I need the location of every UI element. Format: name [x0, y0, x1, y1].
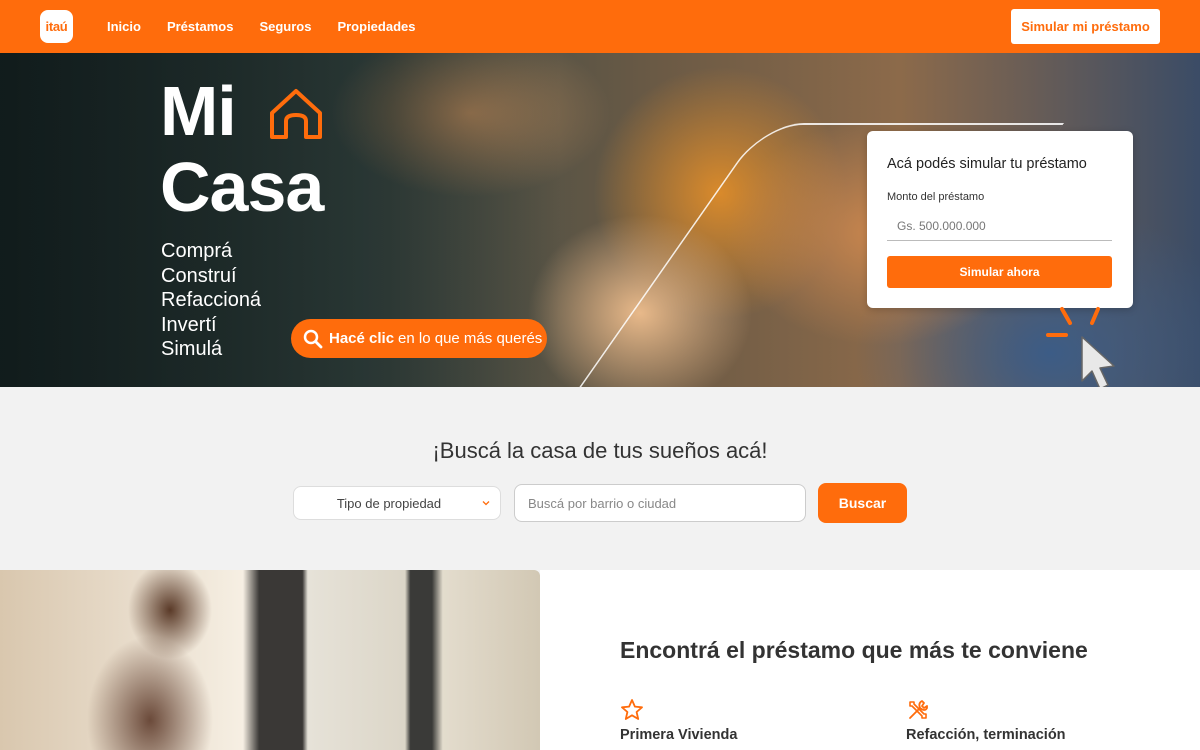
- loan-simulator-card: Acá podés simular tu préstamo Monto del …: [867, 131, 1133, 308]
- tools-icon: [909, 700, 928, 719]
- feature-label: Refacción, terminación: [906, 727, 1066, 743]
- property-type-select[interactable]: Tipo de propiedad: [293, 486, 501, 520]
- hero-action-invertir: Invertí: [161, 313, 217, 336]
- search-title: ¡Buscá la casa de tus sueños acá!: [432, 438, 768, 463]
- simulate-loan-button[interactable]: Simular mi préstamo: [1011, 9, 1160, 44]
- property-type-value: Tipo de propiedad: [336, 495, 442, 511]
- nav-link-prestamos[interactable]: Préstamos: [167, 19, 233, 34]
- house-icon: [270, 89, 322, 139]
- cursor-click-icon: [1046, 307, 1115, 387]
- loan-options-title: Encontrá el préstamo que más te conviene: [620, 637, 1088, 663]
- hero-action-comprar: Comprá: [161, 240, 233, 262]
- main-nav: Inicio Préstamos Seguros Propiedades: [107, 0, 415, 53]
- pill-text: en lo que más querés: [398, 330, 543, 347]
- logo-text: itaú: [45, 19, 68, 34]
- chevron-down-icon: [482, 501, 490, 506]
- search-icon: [303, 329, 323, 349]
- nav-link-seguros[interactable]: Seguros: [259, 19, 311, 34]
- itau-logo[interactable]: itaú: [40, 10, 73, 43]
- family-moving-photo: [0, 570, 540, 750]
- hero-title-line2: Casa: [160, 148, 324, 226]
- hero-click-pill[interactable]: Hacé clic en lo que más querés: [291, 319, 547, 358]
- property-search-section: ¡Buscá la casa de tus sueños acá! Tipo d…: [0, 387, 1200, 570]
- amount-label: Monto del préstamo: [887, 191, 985, 203]
- loan-amount-input[interactable]: [887, 211, 1112, 241]
- hero-action-refaccionar: Refaccioná: [161, 289, 262, 311]
- simulate-now-button[interactable]: Simular ahora: [887, 256, 1112, 288]
- top-navbar: itaú Inicio Préstamos Seguros Propiedade…: [0, 0, 1200, 53]
- simulator-title: Acá podés simular tu préstamo: [887, 156, 1087, 172]
- hero-action-simular: Simulá: [161, 338, 223, 360]
- hero-action-list: Comprá Construí Refaccioná Invertí Simul…: [161, 239, 261, 362]
- hero-banner: Mi Casa Comprá Construí Refaccioná Inver…: [0, 53, 1200, 387]
- search-button[interactable]: Buscar: [818, 483, 907, 523]
- hero-action-construir: Construí: [161, 264, 237, 287]
- feature-refaccion[interactable]: Refacción, terminación: [906, 698, 1066, 743]
- nav-link-inicio[interactable]: Inicio: [107, 19, 141, 34]
- feature-label: Primera Vivienda: [620, 727, 738, 743]
- feature-primera-vivienda[interactable]: Primera Vivienda: [620, 698, 737, 743]
- pill-bold-text: Hacé clic: [329, 330, 395, 347]
- star-icon: [621, 699, 643, 720]
- location-search-input[interactable]: [514, 484, 806, 522]
- nav-link-propiedades[interactable]: Propiedades: [337, 19, 415, 34]
